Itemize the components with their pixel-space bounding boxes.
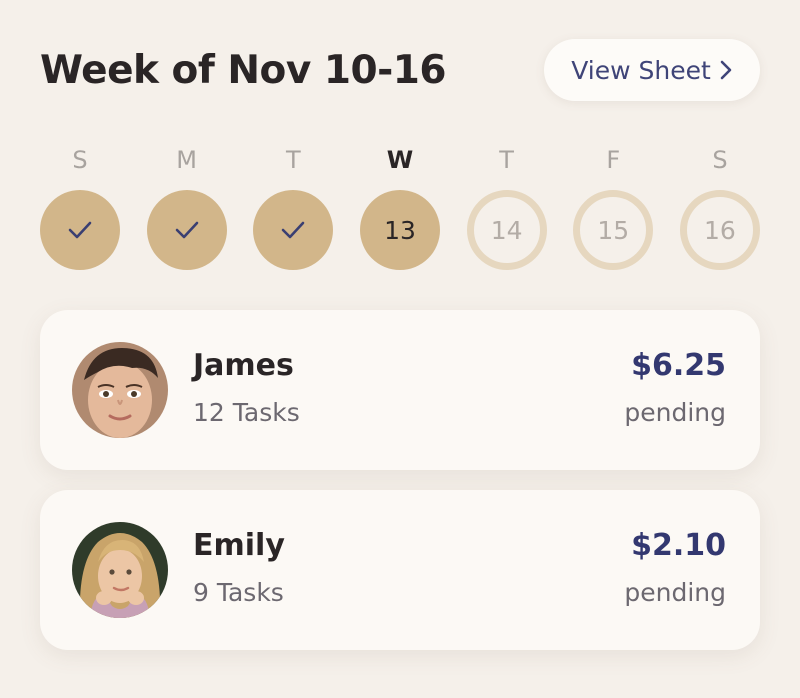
day-date: 15: [597, 215, 630, 245]
child-card-james[interactable]: James 12 Tasks $6.25 pending: [40, 310, 760, 470]
payment-status: pending: [624, 578, 726, 607]
day-circle-current[interactable]: 13: [359, 190, 440, 270]
checkmark-icon: [68, 221, 92, 239]
day-circle-completed[interactable]: [40, 190, 120, 270]
day-date: 16: [704, 215, 736, 245]
pending-amount: $6.25: [631, 348, 726, 383]
day-friday: F 15: [573, 144, 654, 270]
day-letter: F: [606, 146, 621, 174]
chevron-right-icon: [720, 60, 732, 80]
girl-portrait-image: [72, 522, 168, 618]
pending-amount: $2.10: [631, 528, 726, 563]
day-tuesday: T: [253, 144, 334, 270]
child-card-emily[interactable]: Emily 9 Tasks $2.10 pending: [40, 490, 760, 650]
child-name: Emily: [193, 528, 285, 563]
day-circle-completed[interactable]: [253, 190, 334, 270]
page-title: Week of Nov 10-16: [40, 47, 447, 93]
header: Week of Nov 10-16 View Sheet: [40, 38, 760, 102]
day-date: 13: [384, 215, 416, 245]
day-letter: S: [712, 146, 728, 174]
day-wednesday: W 13: [359, 144, 440, 270]
checkmark-icon: [175, 221, 198, 239]
day-circle-completed[interactable]: [146, 190, 227, 270]
day-monday: M: [146, 144, 227, 270]
day-circle-upcoming[interactable]: 14: [466, 190, 547, 270]
day-letter: T: [285, 146, 301, 174]
task-count: 12 Tasks: [193, 398, 300, 427]
day-sunday: S: [40, 144, 120, 270]
child-name: James: [193, 348, 294, 383]
day-letter: S: [72, 146, 88, 174]
day-thursday: T 14: [466, 144, 547, 270]
day-saturday: S 16: [679, 144, 760, 270]
week-strip: S M T W 13 T 14 F 15 S 16: [40, 144, 760, 270]
day-date: 14: [490, 215, 523, 245]
day-circle-upcoming[interactable]: 16: [679, 190, 760, 270]
day-circle-upcoming[interactable]: 15: [573, 190, 654, 270]
view-sheet-label: View Sheet: [571, 55, 711, 85]
view-sheet-button[interactable]: View Sheet: [544, 39, 760, 101]
avatar: [72, 342, 168, 438]
boy-portrait-image: [72, 342, 168, 438]
day-letter-today: W: [386, 146, 414, 174]
task-count: 9 Tasks: [193, 578, 284, 607]
avatar: [72, 522, 168, 618]
day-letter: M: [176, 146, 198, 174]
day-letter: T: [499, 146, 514, 174]
chore-week-screen: Week of Nov 10-16 View Sheet S M T W 13 …: [0, 0, 800, 698]
checkmark-icon: [282, 221, 305, 239]
payment-status: pending: [624, 398, 726, 427]
